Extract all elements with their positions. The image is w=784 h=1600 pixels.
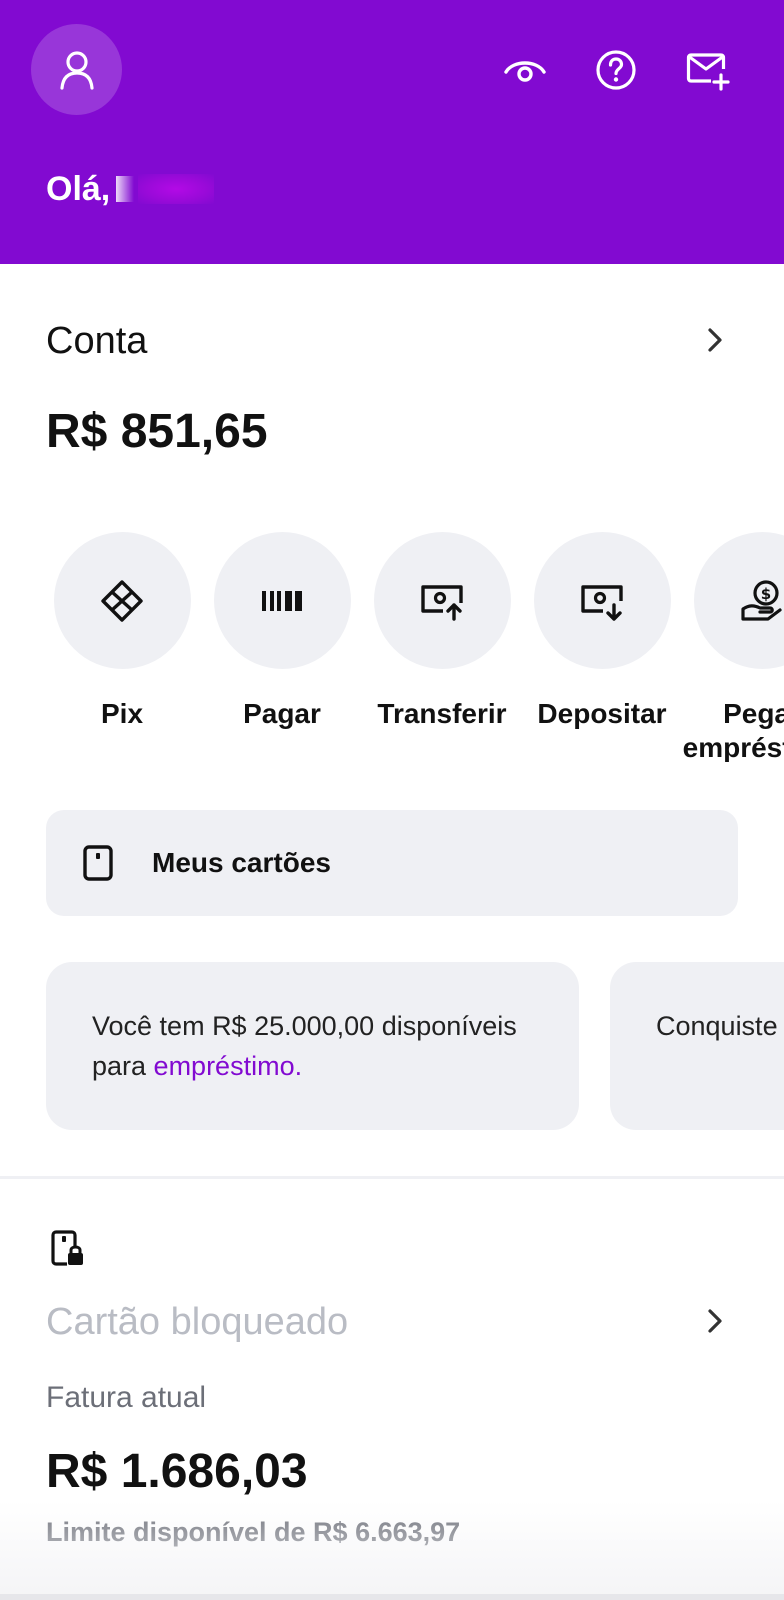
invoice-value: R$ 1.686,03 [46, 1445, 308, 1498]
pix-icon [101, 579, 143, 622]
card-lock-icon-wrap [50, 1228, 84, 1273]
card-icon [83, 845, 113, 881]
action-pay-label: Pagar [243, 698, 321, 729]
my-cards-button[interactable]: Meus cartões [46, 810, 738, 916]
bottom-fade [0, 1500, 784, 1600]
available-limit: Limite disponível de R$ 6.663,97 [46, 1517, 461, 1547]
action-pay-circle[interactable] [213, 532, 351, 669]
promo-card-loan[interactable]: Você tem R$ 25.000,00 disponíveis para e… [46, 962, 579, 1130]
promo-loan-link[interactable]: empréstimo. [154, 1051, 303, 1081]
help-button[interactable] [592, 46, 640, 94]
greeting: Olá, [46, 170, 217, 209]
action-deposit-circle[interactable] [533, 532, 671, 669]
account-balance: R$ 851,65 [46, 405, 268, 458]
barcode-icon [262, 590, 302, 611]
transfer-out-icon [421, 584, 463, 621]
section-divider [0, 1176, 784, 1179]
invite-button[interactable] [684, 46, 732, 94]
card-status[interactable]: Cartão bloqueado [46, 1301, 348, 1344]
action-loan-circle[interactable]: $ [693, 532, 784, 669]
action-transfer-circle[interactable] [373, 532, 511, 669]
bottom-edge [0, 1594, 784, 1600]
deposit-in-icon [581, 584, 623, 621]
toggle-visibility-button[interactable] [501, 46, 549, 94]
loan-icon: $ [741, 579, 782, 621]
action-deposit-label: Depositar [537, 698, 667, 729]
account-chevron[interactable] [700, 325, 730, 355]
chevron-right-icon [708, 1309, 722, 1333]
header: Olá, [0, 0, 784, 264]
action-pix-circle[interactable] [53, 532, 191, 669]
profile-button[interactable] [31, 24, 122, 115]
action-transfer[interactable]: Transferir [362, 532, 522, 731]
action-pix-label: Pix [100, 698, 144, 729]
mail-plus-icon [686, 53, 730, 91]
redacted-name [116, 170, 217, 206]
promo-card-second[interactable]: Conquiste e conheça a [610, 962, 784, 1130]
card-lock-icon [51, 1230, 83, 1266]
promo-second-text: Conquiste e conheça a [656, 1011, 784, 1041]
action-transfer-label: Transferir [377, 698, 507, 729]
action-deposit[interactable]: Depositar [522, 532, 682, 731]
help-icon [596, 50, 636, 90]
actions-carousel[interactable]: Pix Pagar Transferir Depositar $ Pega em… [0, 532, 784, 762]
action-pay[interactable]: Pagar [202, 532, 362, 731]
greeting-text: Olá, [46, 170, 111, 208]
chevron-right-icon [708, 328, 722, 352]
credit-card-chevron[interactable] [700, 1306, 730, 1336]
invoice-label: Fatura atual [46, 1381, 207, 1414]
my-cards-label: Meus cartões [152, 847, 331, 878]
eye-icon [504, 61, 546, 82]
account-title[interactable]: Conta [46, 320, 147, 363]
action-loan[interactable]: $ Pegar empréstimo [682, 532, 784, 762]
svg-text:$: $ [761, 585, 771, 603]
promo-carousel[interactable]: Você tem R$ 25.000,00 disponíveis para e… [0, 962, 784, 1132]
action-loan-label: Pegar empréstimo [682, 698, 784, 762]
action-pix[interactable]: Pix [42, 532, 202, 731]
user-icon [59, 50, 94, 90]
my-cards-icon-wrap [68, 844, 128, 882]
